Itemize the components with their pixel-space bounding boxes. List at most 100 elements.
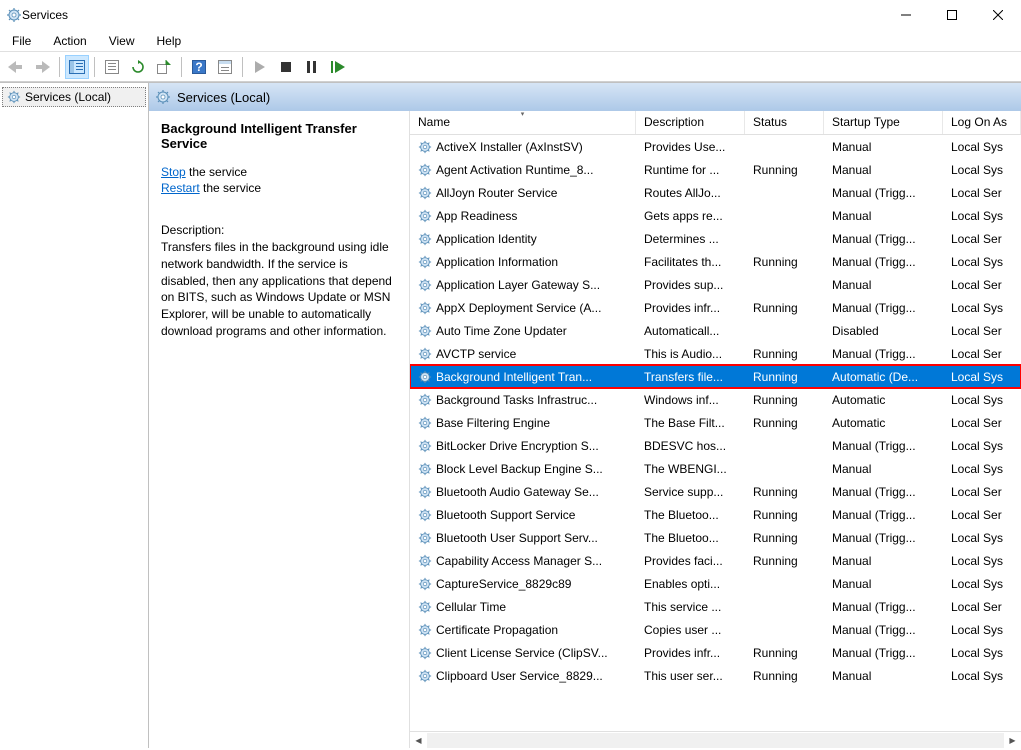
stop-service-button[interactable] <box>274 55 298 79</box>
service-row[interactable]: AppX Deployment Service (A...Provides in… <box>410 296 1021 319</box>
service-row[interactable]: ActiveX Installer (AxInstSV)Provides Use… <box>410 135 1021 158</box>
restart-service-button[interactable] <box>326 55 350 79</box>
service-logon: Local Ser <box>943 324 1021 338</box>
minimize-button[interactable] <box>883 0 929 30</box>
service-startup-type: Manual (Trigg... <box>824 255 943 269</box>
service-row[interactable]: Background Intelligent Tran...Transfers … <box>410 365 1021 388</box>
properties-button[interactable] <box>213 55 237 79</box>
service-row[interactable]: Base Filtering EngineThe Base Filt...Run… <box>410 411 1021 434</box>
gear-icon <box>418 416 432 430</box>
gear-icon <box>418 485 432 499</box>
menu-action[interactable]: Action <box>43 32 96 50</box>
service-row[interactable]: Clipboard User Service_8829...This user … <box>410 664 1021 687</box>
service-row[interactable]: Capability Access Manager S...Provides f… <box>410 549 1021 572</box>
service-logon: Local Sys <box>943 462 1021 476</box>
service-row[interactable]: Application IdentityDetermines ...Manual… <box>410 227 1021 250</box>
service-description: Automaticall... <box>636 324 745 338</box>
service-name: AVCTP service <box>436 347 516 361</box>
service-row[interactable]: BitLocker Drive Encryption S...BDESVC ho… <box>410 434 1021 457</box>
maximize-button[interactable] <box>929 0 975 30</box>
service-logon: Local Sys <box>943 163 1021 177</box>
service-row[interactable]: Client License Service (ClipSV...Provide… <box>410 641 1021 664</box>
tree-item-label: Services (Local) <box>25 90 111 104</box>
service-name: Bluetooth Support Service <box>436 508 575 522</box>
service-row[interactable]: Bluetooth Audio Gateway Se...Service sup… <box>410 480 1021 503</box>
column-header-startup-type[interactable]: Startup Type <box>824 111 943 134</box>
close-button[interactable] <box>975 0 1021 30</box>
horizontal-scrollbar[interactable]: ◀ ▶ <box>410 731 1021 748</box>
menu-file[interactable]: File <box>2 32 41 50</box>
service-logon: Local Sys <box>943 669 1021 683</box>
show-hide-tree-button[interactable] <box>65 55 89 79</box>
service-startup-type: Disabled <box>824 324 943 338</box>
forward-button[interactable] <box>30 55 54 79</box>
service-row[interactable]: Application Layer Gateway S...Provides s… <box>410 273 1021 296</box>
service-description: This user ser... <box>636 669 745 683</box>
titlebar: Services <box>0 0 1021 30</box>
service-row[interactable]: App ReadinessGets apps re...ManualLocal … <box>410 204 1021 227</box>
service-name: Bluetooth Audio Gateway Se... <box>436 485 599 499</box>
gear-icon <box>418 255 432 269</box>
gear-icon <box>418 232 432 246</box>
service-description: Transfers file... <box>636 370 745 384</box>
gear-icon <box>418 462 432 476</box>
column-header-name[interactable]: Name <box>410 111 636 134</box>
service-startup-type: Manual (Trigg... <box>824 508 943 522</box>
service-logon: Local Sys <box>943 554 1021 568</box>
menu-help[interactable]: Help <box>147 32 192 50</box>
service-description: Provides Use... <box>636 140 745 154</box>
refresh-button[interactable] <box>126 55 150 79</box>
service-row[interactable]: Block Level Backup Engine S...The WBENGI… <box>410 457 1021 480</box>
restart-suffix: the service <box>200 181 261 195</box>
service-status: Running <box>745 646 824 660</box>
export-button[interactable] <box>152 55 176 79</box>
stop-service-link[interactable]: Stop <box>161 165 186 179</box>
service-row[interactable]: Bluetooth Support ServiceThe Bluetoo...R… <box>410 503 1021 526</box>
service-description: BDESVC hos... <box>636 439 745 453</box>
service-row[interactable]: Background Tasks Infrastruc...Windows in… <box>410 388 1021 411</box>
help-button[interactable]: ? <box>187 55 211 79</box>
service-name: AllJoyn Router Service <box>436 186 557 200</box>
scroll-track[interactable] <box>427 733 1004 748</box>
start-service-button[interactable] <box>248 55 272 79</box>
toolbar: ? <box>0 52 1021 82</box>
service-row[interactable]: AllJoyn Router ServiceRoutes AllJo...Man… <box>410 181 1021 204</box>
service-description: Enables opti... <box>636 577 745 591</box>
tree-services-local[interactable]: Services (Local) <box>2 87 146 107</box>
column-header-status[interactable]: Status <box>745 111 824 134</box>
service-row[interactable]: Agent Activation Runtime_8...Runtime for… <box>410 158 1021 181</box>
column-header-log-on-as[interactable]: Log On As <box>943 111 1021 134</box>
service-name: Capability Access Manager S... <box>436 554 602 568</box>
menu-view[interactable]: View <box>99 32 145 50</box>
restart-service-link[interactable]: Restart <box>161 181 200 195</box>
service-description: Windows inf... <box>636 393 745 407</box>
pause-service-button[interactable] <box>300 55 324 79</box>
service-startup-type: Manual <box>824 669 943 683</box>
gear-icon <box>418 347 432 361</box>
service-status: Running <box>745 163 824 177</box>
scroll-right-button[interactable]: ▶ <box>1004 733 1021 748</box>
service-description: Provides infr... <box>636 301 745 315</box>
gear-icon <box>418 646 432 660</box>
column-header-description[interactable]: Description <box>636 111 745 134</box>
service-description: Runtime for ... <box>636 163 745 177</box>
service-logon: Local Sys <box>943 209 1021 223</box>
scroll-left-button[interactable]: ◀ <box>410 733 427 748</box>
export-list-button[interactable] <box>100 55 124 79</box>
service-description: Routes AllJo... <box>636 186 745 200</box>
service-row[interactable]: Certificate PropagationCopies user ...Ma… <box>410 618 1021 641</box>
service-logon: Local Sys <box>943 393 1021 407</box>
service-row[interactable]: Auto Time Zone UpdaterAutomaticall...Dis… <box>410 319 1021 342</box>
service-row[interactable]: AVCTP serviceThis is Audio...RunningManu… <box>410 342 1021 365</box>
service-row[interactable]: Application InformationFacilitates th...… <box>410 250 1021 273</box>
back-button[interactable] <box>4 55 28 79</box>
service-startup-type: Manual <box>824 554 943 568</box>
service-row[interactable]: CaptureService_8829c89Enables opti...Man… <box>410 572 1021 595</box>
service-startup-type: Manual (Trigg... <box>824 485 943 499</box>
service-startup-type: Manual <box>824 577 943 591</box>
service-description: This is Audio... <box>636 347 745 361</box>
service-row[interactable]: Cellular TimeThis service ...Manual (Tri… <box>410 595 1021 618</box>
service-row[interactable]: Bluetooth User Support Serv...The Blueto… <box>410 526 1021 549</box>
gear-icon <box>418 163 432 177</box>
service-status: Running <box>745 531 824 545</box>
